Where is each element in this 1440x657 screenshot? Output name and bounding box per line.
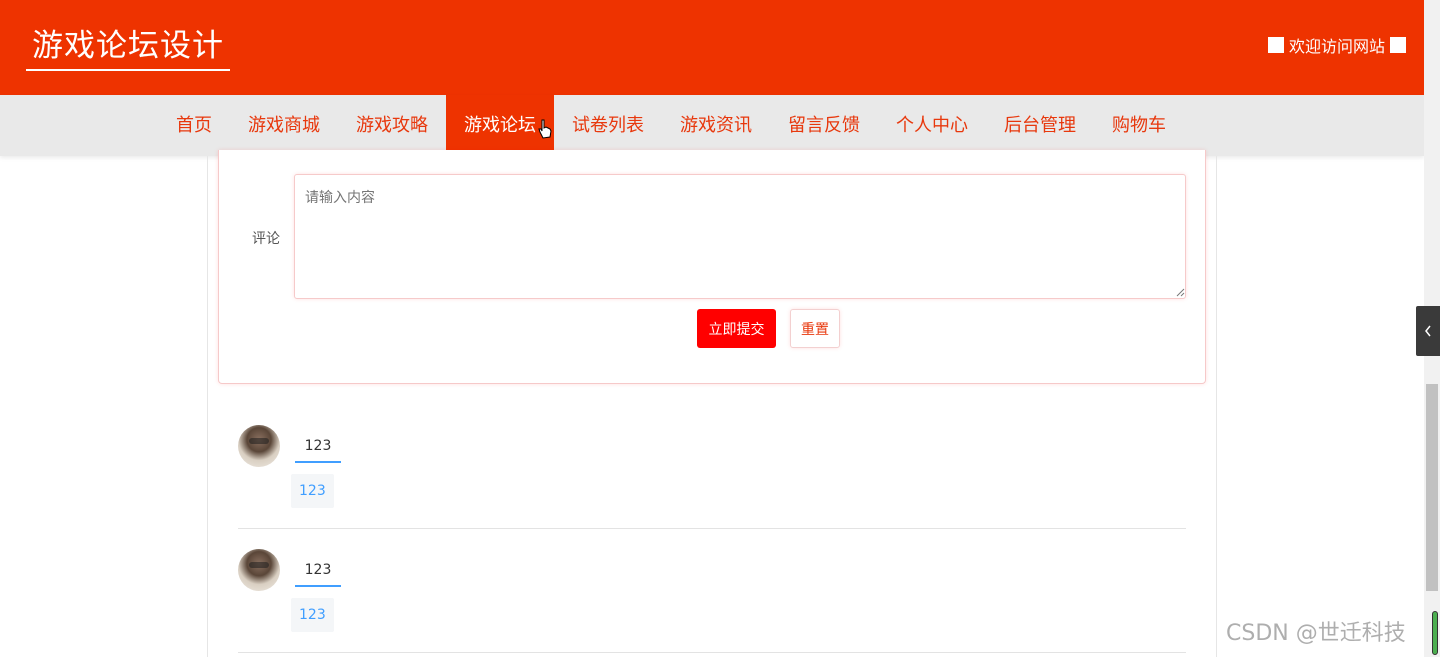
square-icon — [1390, 37, 1406, 53]
welcome-text: 欢迎访问网站 — [1288, 37, 1385, 56]
nav-item-feedback[interactable]: 留言反馈 — [770, 95, 878, 156]
nav-item-admin[interactable]: 后台管理 — [986, 95, 1094, 156]
nav-item-game-news[interactable]: 游戏资讯 — [662, 95, 770, 156]
chevron-left-icon — [1425, 325, 1431, 337]
content-border-left — [207, 156, 208, 657]
submit-button[interactable]: 立即提交 — [697, 309, 776, 348]
nav-item-home[interactable]: 首页 — [158, 95, 230, 156]
side-collapse-tab[interactable] — [1416, 306, 1440, 356]
welcome-area: 欢迎访问网站 — [1267, 33, 1406, 57]
comment-textarea[interactable] — [294, 174, 1186, 299]
avatar — [238, 549, 280, 591]
content-border-right — [1216, 156, 1217, 657]
avatar — [238, 425, 280, 467]
comment-divider — [238, 652, 1186, 653]
reset-button[interactable]: 重置 — [790, 309, 840, 348]
comment-item: 123 123 — [238, 425, 1186, 549]
hand-cursor-icon — [538, 119, 552, 139]
nav-item-game-store[interactable]: 游戏商城 — [230, 95, 338, 156]
comment-divider — [238, 528, 1186, 529]
comment-item: 123 123 — [238, 549, 1186, 657]
square-icon — [1267, 37, 1284, 53]
nav-items: 首页 游戏商城 游戏攻略 游戏论坛 试卷列表 游戏资讯 留言反馈 个人中心 后台… — [158, 95, 1184, 156]
main-nav: 首页 游戏商城 游戏攻略 游戏论坛 试卷列表 游戏资讯 留言反馈 个人中心 后台… — [0, 95, 1424, 156]
page: 游戏论坛设计 欢迎访问网站 首页 游戏商城 游戏攻略 游戏论坛 试卷列表 游戏资… — [0, 0, 1440, 657]
comment-username[interactable]: 123 — [295, 561, 341, 587]
comment-username[interactable]: 123 — [295, 437, 341, 463]
site-header: 游戏论坛设计 欢迎访问网站 — [0, 0, 1424, 95]
watermark: CSDN @世迁科技 — [1226, 621, 1406, 646]
nav-item-personal-center[interactable]: 个人中心 — [878, 95, 986, 156]
scroll-thumb[interactable] — [1426, 384, 1438, 591]
comment-content: 123 — [291, 598, 334, 632]
site-title[interactable]: 游戏论坛设计 — [26, 20, 230, 71]
status-indicator — [1432, 611, 1438, 655]
resize-grip-icon[interactable] — [1176, 288, 1185, 297]
comment-label: 评论 — [252, 231, 280, 247]
comment-content: 123 — [291, 474, 334, 508]
nav-item-cart[interactable]: 购物车 — [1094, 95, 1184, 156]
nav-item-exam-list[interactable]: 试卷列表 — [554, 95, 662, 156]
nav-item-game-guides[interactable]: 游戏攻略 — [338, 95, 446, 156]
